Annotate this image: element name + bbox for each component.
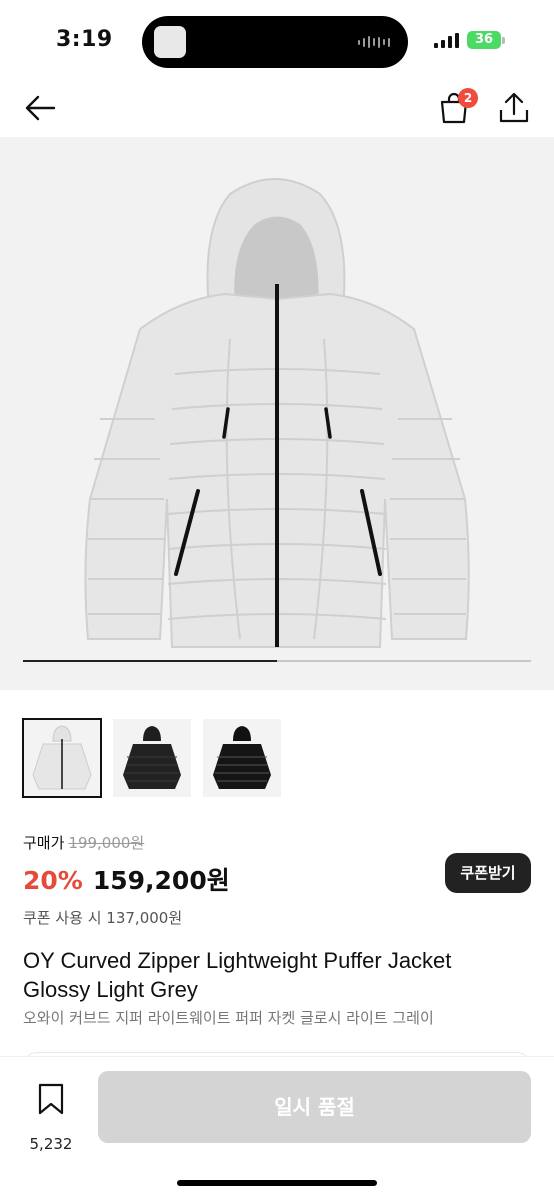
share-button[interactable] — [496, 90, 532, 126]
now-playing-thumbnail — [154, 26, 186, 58]
sale-price: 159,200원 — [92, 866, 230, 895]
thumbnail-list — [22, 718, 281, 798]
home-indicator — [177, 1180, 377, 1186]
wishlist-count: 5,232 — [29, 1135, 73, 1153]
thumbnail-light-grey[interactable] — [22, 718, 102, 798]
battery-cap — [502, 37, 505, 44]
get-coupon-button[interactable]: 쿠폰받기 — [445, 853, 531, 893]
wishlist-button[interactable]: 5,232 — [24, 1079, 78, 1153]
thumbnail-black-matte[interactable] — [113, 719, 191, 797]
status-bar: 3:19 36 — [0, 0, 554, 80]
cart-count-badge: 2 — [458, 88, 478, 108]
back-button[interactable] — [22, 90, 58, 126]
gallery-progress-bar — [23, 660, 531, 662]
product-korean-name: 오와이 커브드 지퍼 라이트웨이트 퍼퍼 자켓 글로시 라이트 그레이 — [23, 1009, 434, 1027]
product-title-line-2: Glossy Light Grey — [23, 977, 198, 1002]
gallery-progress-fill — [23, 660, 277, 662]
original-price: 199,000원 — [68, 834, 145, 852]
arrow-left-icon — [25, 95, 56, 121]
product-title-line-1: OY Curved Zipper Lightweight Puffer Jack… — [23, 948, 452, 973]
black-matte-jacket-thumbnail — [123, 726, 181, 789]
price-label: 구매가 — [23, 834, 65, 852]
light-grey-jacket-thumbnail — [32, 725, 92, 790]
bottom-action-bar: 5,232 일시 품절 — [0, 1056, 554, 1200]
battery-icon: 36 — [467, 31, 501, 49]
product-image-gallery[interactable] — [0, 137, 554, 690]
bookmark-icon — [38, 1083, 64, 1115]
share-icon — [499, 92, 529, 123]
discount-rate: 20% — [23, 866, 83, 895]
product-image — [84, 178, 470, 648]
audio-waveform-icon — [358, 36, 390, 48]
status-time: 3:19 — [56, 27, 113, 52]
cellular-signal-icon — [434, 32, 459, 48]
thumbnail-black-glossy[interactable] — [203, 719, 281, 797]
black-glossy-jacket-thumbnail — [213, 726, 271, 789]
dynamic-island — [142, 16, 408, 68]
coupon-price: 쿠폰 사용 시 137,000원 — [23, 909, 183, 927]
product-title: OY Curved Zipper Lightweight Puffer Jack… — [23, 946, 533, 1004]
sold-out-button[interactable]: 일시 품절 — [98, 1071, 531, 1143]
